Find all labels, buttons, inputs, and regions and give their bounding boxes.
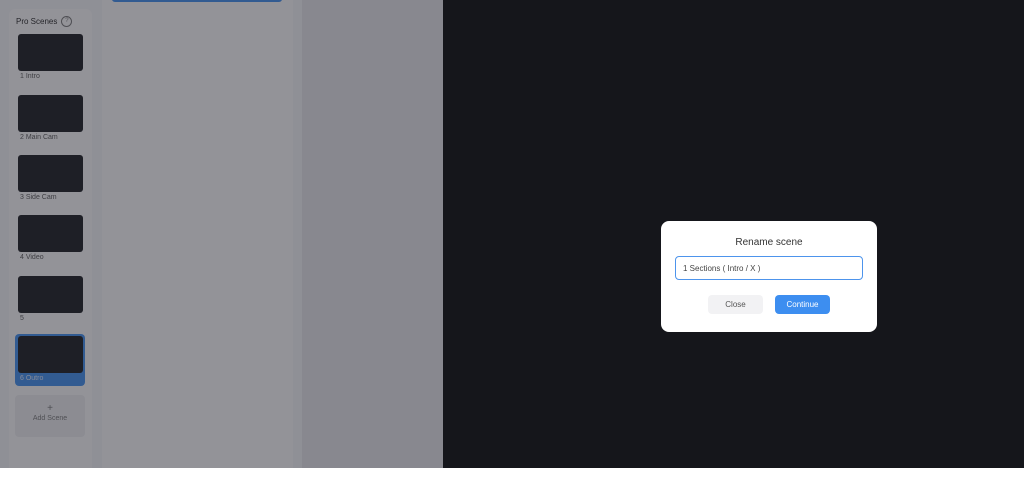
close-button[interactable]: Close bbox=[708, 295, 763, 314]
scene-name-input[interactable] bbox=[675, 256, 863, 280]
rename-scene-dialog: Rename scene Close Continue bbox=[661, 221, 877, 332]
dialog-title: Rename scene bbox=[735, 237, 803, 248]
continue-button[interactable]: Continue bbox=[775, 295, 830, 314]
app-left-area: Pro Scenes ? 1 Intro 2 Main Cam 3 Side C… bbox=[0, 0, 443, 479]
modal-backdrop[interactable] bbox=[0, 0, 443, 468]
